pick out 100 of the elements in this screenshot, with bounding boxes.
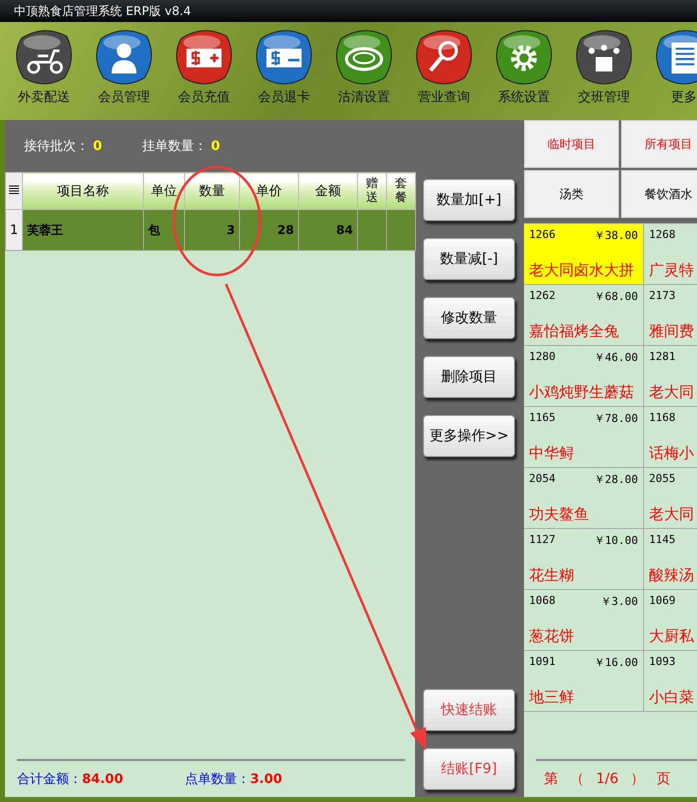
item-price: ￥16.00 (594, 655, 638, 670)
page-number: 1/6 (596, 771, 619, 787)
menu-item-tile[interactable]: 1281 老大同 (644, 346, 697, 407)
column-header[interactable]: 项目名称 (22, 172, 144, 210)
column-header[interactable]: 套餐 (386, 172, 416, 210)
card-plus-icon (173, 28, 235, 86)
item-name: 小鸡炖野生蘑菇 (529, 383, 635, 402)
item-code: 1145 (649, 533, 676, 546)
item-price: ￥10.00 (594, 533, 638, 548)
list-icon (653, 28, 697, 86)
item-name: 葱花饼 (529, 627, 575, 646)
total-summary: 点单数量：3.00 (185, 771, 282, 788)
toolbar-button[interactable]: 营业查询 (406, 22, 482, 120)
action-button[interactable]: 删除项目 (423, 356, 515, 398)
item-name: 功夫鳌鱼 (529, 505, 590, 524)
item-code: 1127 (529, 533, 556, 548)
card-minus-icon (253, 28, 315, 86)
item-code: 1165 (529, 411, 556, 426)
toolbar-button[interactable]: 外卖配送 (6, 22, 82, 120)
column-header[interactable]: 单位 (144, 172, 184, 210)
item-name: 老大同 (649, 383, 695, 402)
item-code: 1093 (649, 655, 676, 668)
menu-item-tile[interactable]: 1268 广灵特 (644, 224, 697, 285)
item-price: ￥38.00 (594, 228, 638, 243)
menu-item-tile[interactable]: 1165 ￥78.00 中华鲟 (524, 407, 644, 468)
item-price: ￥3.00 (600, 594, 638, 609)
category-tab[interactable]: 汤类 (524, 170, 619, 218)
item-name: 老大同 (649, 505, 695, 524)
menu-item-tile[interactable]: 1093 小白菜 (644, 651, 697, 712)
status-counter: 接待批次： 0 (24, 138, 102, 155)
action-button[interactable]: 数量减[-] (423, 238, 515, 280)
action-button[interactable]: 更多操作>> (423, 415, 515, 457)
menu-item-tile[interactable]: 2055 老大同 (644, 468, 697, 529)
item-name: 嘉怡福烤全兔 (529, 322, 620, 341)
category-tab[interactable]: 餐饮酒水 (621, 170, 697, 218)
menu-item-tile[interactable]: 1266 ￥38.00 老大同卤水大拼 (524, 224, 644, 285)
item-code: 2054 (529, 472, 556, 487)
row-number: 1 (6, 210, 22, 250)
menu-item-tile[interactable]: 1280 ￥46.00 小鸡炖野生蘑菇 (524, 346, 644, 407)
column-header[interactable]: 赠送 (358, 172, 386, 210)
person-icon (93, 28, 155, 86)
menu-item-tile[interactable]: 1145 酸辣汤 (644, 529, 697, 590)
magnifier-icon (413, 28, 475, 86)
page-label: 页 (656, 770, 671, 788)
column-header[interactable]: 单价 (240, 172, 298, 210)
menu-item-tile[interactable]: 1091 ￥16.00 地三鲜 (524, 651, 644, 712)
menu-item-tile[interactable]: 1168 话梅小 (644, 407, 697, 468)
row-menu-icon[interactable] (6, 172, 22, 210)
action-button[interactable]: 修改数量 (423, 297, 515, 339)
table-cell: 28 (240, 210, 298, 250)
item-code: 2055 (649, 472, 676, 485)
category-tab[interactable]: 临时项目 (524, 120, 619, 168)
page-label: 第 (544, 770, 558, 788)
item-name: 雅间费 (649, 322, 695, 341)
action-button[interactable]: 数量加[+] (423, 179, 515, 221)
table-cell: 3 (184, 210, 240, 250)
toolbar-button[interactable]: 会员管理 (86, 22, 162, 120)
menu-item-tile[interactable]: 1068 ￥3.00 葱花饼 (524, 590, 644, 651)
window-title: 中顶熟食店管理系统 ERP版 v8.4 (14, 2, 191, 20)
item-code: 1069 (649, 594, 676, 607)
item-name: 小白菜 (649, 688, 695, 707)
toolbar-button[interactable]: 会员充值 (166, 22, 242, 120)
toolbar-button[interactable]: 交班管理 (566, 22, 642, 120)
toolbar-button[interactable]: 沽清设置 (326, 22, 402, 120)
item-name: 地三鲜 (529, 688, 575, 707)
item-price: ￥46.00 (594, 350, 638, 365)
menu-item-tile[interactable]: 1127 ￥10.00 花生糊 (524, 529, 644, 590)
item-code: 1280 (529, 350, 556, 365)
toolbar-button[interactable]: 会员退卡 (246, 22, 322, 120)
item-price: ￥68.00 (594, 289, 638, 304)
item-name: 酸辣汤 (649, 566, 695, 585)
menu-item-tile[interactable]: 2054 ￥28.00 功夫鳌鱼 (524, 468, 644, 529)
category-tab[interactable]: 所有项目 (621, 120, 697, 168)
page-bracket: （ (570, 770, 584, 788)
item-code: 1091 (529, 655, 556, 670)
menu-item-tile[interactable]: 1262 ￥68.00 嘉怡福烤全兔 (524, 285, 644, 346)
item-code: 1262 (529, 289, 556, 304)
table-cell: 84 (298, 210, 358, 250)
item-code: 1068 (529, 594, 556, 609)
gear-icon (493, 28, 555, 86)
plate-icon (333, 28, 395, 86)
item-name: 大厨私 (649, 627, 695, 646)
item-name: 老大同卤水大拼 (529, 261, 635, 280)
column-header[interactable]: 金额 (298, 172, 358, 210)
menu-item-tile[interactable]: 1069 大厨私 (644, 590, 697, 651)
toolbar-button[interactable]: 更多 (646, 22, 697, 120)
column-header[interactable]: 数量 (184, 172, 240, 210)
total-summary: 合计金额：84.00 (17, 771, 124, 788)
item-price: ￥28.00 (594, 472, 638, 487)
item-code: 2173 (649, 289, 676, 302)
item-name: 广灵特 (649, 261, 695, 280)
item-name: 花生糊 (529, 566, 575, 585)
item-code: 1266 (529, 228, 556, 243)
item-code: 1268 (649, 228, 676, 241)
meeting-icon (573, 28, 635, 86)
menu-item-tile[interactable]: 2173 雅间费 (644, 285, 697, 346)
toolbar-button[interactable]: 系统设置 (486, 22, 562, 120)
page-bracket: ） (630, 770, 645, 788)
scooter-icon (13, 28, 75, 86)
item-code: 1281 (649, 350, 676, 363)
